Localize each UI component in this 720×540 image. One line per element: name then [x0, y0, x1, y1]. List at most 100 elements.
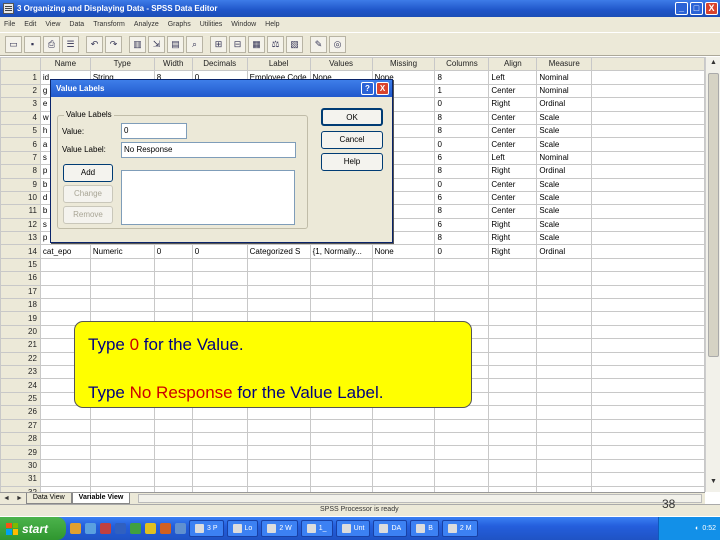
table-cell[interactable] [536, 431, 593, 447]
table-cell[interactable] [191, 271, 248, 286]
table-cell[interactable]: Scale [536, 231, 593, 246]
table-cell[interactable] [39, 284, 91, 300]
column-header-label[interactable]: Label [246, 57, 311, 72]
quicklaunch-icon-3[interactable] [100, 523, 111, 534]
table-cell[interactable] [309, 418, 373, 433]
start-button[interactable]: start [0, 517, 66, 540]
table-cell[interactable] [153, 445, 193, 460]
table-cell[interactable]: 0 [434, 177, 490, 192]
table-cell[interactable] [371, 418, 436, 433]
column-header-align[interactable]: Align [488, 57, 538, 72]
table-cell[interactable]: Center [488, 137, 538, 152]
scroll-up-icon[interactable]: ▲ [708, 59, 719, 71]
column-header-name[interactable]: Name [39, 57, 91, 72]
table-cell[interactable] [191, 418, 248, 433]
table-cell[interactable] [536, 378, 593, 393]
table-cell[interactable]: Right [488, 97, 538, 112]
table-cell[interactable] [89, 271, 155, 286]
table-cell[interactable] [89, 458, 155, 474]
table-cell[interactable] [371, 284, 436, 300]
table-cell[interactable] [536, 418, 593, 433]
change-button[interactable]: Change [63, 185, 113, 203]
table-cell[interactable]: 6 [434, 190, 490, 206]
cancel-button[interactable]: Cancel [321, 131, 383, 149]
table-cell[interactable]: 8 [434, 123, 490, 139]
table-cell[interactable] [536, 324, 593, 340]
table-cell[interactable] [488, 378, 538, 393]
table-cell[interactable]: 0 [434, 137, 490, 152]
table-row[interactable]: 16 [0, 271, 705, 286]
taskbar-item-7[interactable]: B [410, 520, 439, 537]
table-cell[interactable] [488, 324, 538, 340]
table-cell[interactable] [488, 431, 538, 447]
table-cell[interactable] [371, 298, 436, 313]
variables-icon[interactable]: ▤ [167, 35, 184, 53]
table-cell[interactable] [153, 298, 193, 313]
table-cell[interactable]: Scale [536, 190, 593, 206]
maximize-button[interactable]: □ [690, 2, 703, 15]
column-header-values[interactable]: Values [309, 57, 373, 72]
table-cell[interactable] [536, 445, 593, 460]
table-cell[interactable] [89, 472, 155, 487]
table-cell[interactable] [434, 271, 490, 286]
table-cell[interactable] [191, 257, 248, 273]
table-row[interactable]: 18 [0, 298, 705, 313]
table-cell[interactable] [488, 472, 538, 487]
menu-graphs[interactable]: Graphs [168, 21, 191, 28]
table-cell[interactable] [371, 458, 436, 474]
table-cell[interactable]: 6 [434, 150, 490, 166]
quicklaunch-icon-7[interactable] [160, 523, 171, 534]
table-cell[interactable]: 8 [434, 110, 490, 125]
table-cell[interactable] [309, 284, 373, 300]
table-cell[interactable]: Scale [536, 123, 593, 139]
table-cell[interactable]: {1, Normally... [309, 244, 373, 259]
table-cell[interactable] [434, 418, 490, 433]
table-cell[interactable]: 0 [434, 244, 490, 259]
table-cell[interactable] [488, 257, 538, 273]
value-labels-icon[interactable]: ✎ [310, 35, 327, 53]
table-cell[interactable] [89, 257, 155, 273]
table-row[interactable]: 30 [0, 458, 705, 474]
table-cell[interactable] [191, 445, 248, 460]
menu-view[interactable]: View [45, 21, 60, 28]
tab-data-view[interactable]: Data View [25, 493, 72, 504]
table-cell[interactable] [89, 431, 155, 447]
table-cell[interactable]: Scale [536, 204, 593, 219]
table-cell[interactable] [39, 257, 91, 273]
table-cell[interactable] [536, 364, 593, 380]
table-cell[interactable]: Scale [536, 110, 593, 125]
table-cell[interactable] [434, 431, 490, 447]
table-cell[interactable] [39, 472, 91, 487]
column-header-decimals[interactable]: Decimals [191, 57, 248, 72]
tab-next-icon[interactable]: ► [13, 495, 26, 502]
table-cell[interactable] [39, 271, 91, 286]
table-cell[interactable] [434, 284, 490, 300]
table-row[interactable]: 14 cat_epo Numeric 0 0 Categorized S {1, Norma… [0, 244, 705, 259]
ok-button[interactable]: OK [321, 108, 383, 126]
insert-variable-icon[interactable]: ⊟ [229, 35, 246, 53]
table-cell[interactable] [89, 298, 155, 313]
table-cell[interactable]: Categorized S [246, 244, 311, 259]
table-cell[interactable] [39, 445, 91, 460]
table-cell[interactable] [309, 458, 373, 474]
use-sets-icon[interactable]: ◎ [329, 35, 346, 53]
column-header-type[interactable]: Type [89, 57, 155, 72]
table-cell[interactable]: Scale [536, 177, 593, 192]
menu-data[interactable]: Data [69, 21, 84, 28]
table-cell[interactable]: 6 [434, 217, 490, 233]
value-input[interactable]: 0 [121, 123, 187, 139]
menu-utilities[interactable]: Utilities [200, 21, 223, 28]
table-cell[interactable] [536, 338, 593, 353]
table-cell[interactable]: Center [488, 190, 538, 206]
tray-icon[interactable]: ◐ [695, 525, 699, 532]
table-cell[interactable] [191, 284, 248, 300]
table-cell[interactable] [89, 284, 155, 300]
table-cell[interactable] [153, 472, 193, 487]
table-cell[interactable] [488, 364, 538, 380]
undo-icon[interactable]: ↶ [86, 35, 103, 53]
table-cell[interactable]: Ordinal [536, 244, 593, 259]
table-cell[interactable] [434, 298, 490, 313]
table-cell[interactable] [153, 418, 193, 433]
vertical-scrollbar[interactable]: ▲ ▼ [705, 57, 720, 492]
table-cell[interactable]: Right [488, 231, 538, 246]
